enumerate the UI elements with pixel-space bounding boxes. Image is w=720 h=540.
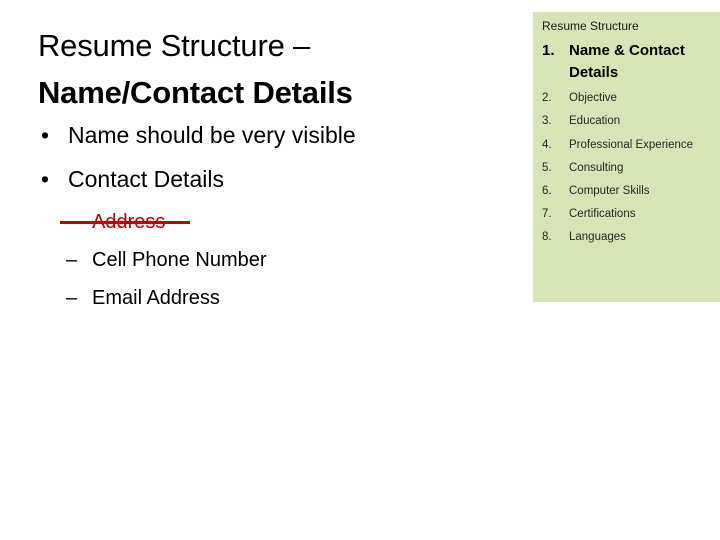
- sub-bullet-item-email-address: – Email Address: [0, 288, 520, 308]
- page-title-line-2: Name/Contact Details: [38, 75, 353, 111]
- bullet-dash-icon: –: [66, 287, 78, 309]
- sidebar-item-languages[interactable]: 8. Languages: [542, 226, 718, 248]
- sidebar-item-label: Name & Contact Details: [569, 42, 685, 82]
- sidebar-item-number: 5.: [542, 161, 552, 174]
- sidebar-agenda-panel: Resume Structure 1. Name & Contact Detai…: [533, 12, 720, 302]
- sidebar-item-number: 4.: [542, 138, 552, 151]
- sidebar-item-number: 6.: [542, 184, 552, 197]
- sidebar-item-number: 3.: [542, 115, 552, 128]
- bullet-dot-icon: •: [41, 166, 50, 192]
- sidebar-item-consulting[interactable]: 5. Consulting: [542, 157, 718, 179]
- sidebar-item-number: 2.: [542, 92, 552, 105]
- sidebar-list: 1. Name & Contact Details 2. Objective 3…: [542, 40, 718, 249]
- sidebar-item-education[interactable]: 3. Education: [542, 110, 718, 132]
- sidebar-item-certifications[interactable]: 7. Certifications: [542, 203, 718, 225]
- sub-bullet-item-label: Email Address: [92, 287, 220, 309]
- main-content-column: Resume Structure – Name/Contact Details …: [0, 0, 520, 540]
- page-title: Resume Structure – Name/Contact Details: [38, 22, 498, 116]
- sidebar-item-number: 8.: [542, 230, 552, 243]
- page-title-line-1: Resume Structure –: [38, 28, 311, 63]
- sidebar-item-label: Certifications: [569, 207, 636, 220]
- bullet-item-name-visible: • Name should be very visible: [0, 124, 520, 147]
- sidebar-item-computer-skills[interactable]: 6. Computer Skills: [542, 180, 718, 202]
- sidebar-header: Resume Structure: [542, 19, 639, 33]
- sidebar-item-number: 1.: [542, 42, 555, 59]
- bullet-item-contact-details: • Contact Details: [0, 168, 520, 191]
- sidebar-item-objective[interactable]: 2. Objective: [542, 87, 718, 109]
- sub-bullet-item-cell-phone: – Cell Phone Number: [0, 250, 520, 270]
- sidebar-item-number: 7.: [542, 207, 552, 220]
- bullet-dot-icon: •: [41, 122, 50, 148]
- sidebar-item-label: Computer Skills: [569, 184, 650, 197]
- sidebar-item-label: Languages: [569, 230, 626, 243]
- sidebar-item-name-contact-details[interactable]: 1. Name & Contact Details: [542, 40, 718, 84]
- sidebar-item-professional-experience[interactable]: 4. Professional Experience: [542, 134, 718, 156]
- sidebar-item-label: Objective: [569, 92, 617, 105]
- bullet-item-label: Contact Details: [68, 166, 224, 192]
- sub-bullet-item-label: Cell Phone Number: [92, 249, 267, 271]
- sidebar-item-label: Consulting: [569, 161, 624, 174]
- sub-bullet-item-address-struck: Address: [0, 212, 520, 232]
- sub-bullet-item-label: Address: [92, 211, 166, 233]
- bullet-dash-icon: –: [66, 249, 78, 271]
- bullet-list: • Name should be very visible • Contact …: [0, 124, 520, 326]
- slide-canvas: Resume Structure – Name/Contact Details …: [0, 0, 720, 540]
- sidebar-item-label: Professional Experience: [569, 138, 694, 151]
- sidebar-item-label: Education: [569, 115, 621, 128]
- bullet-item-label: Name should be very visible: [68, 122, 356, 148]
